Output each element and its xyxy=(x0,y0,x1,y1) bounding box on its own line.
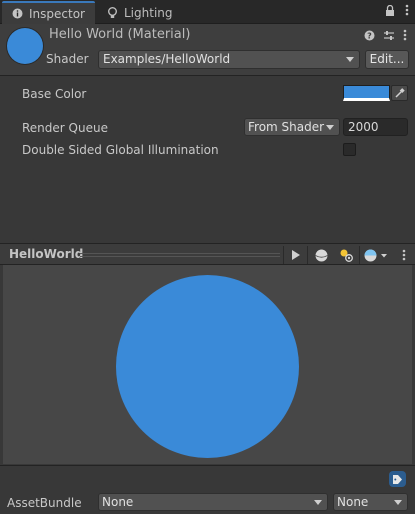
header-icons: ? xyxy=(364,29,407,44)
edit-shader-button[interactable]: Edit... xyxy=(365,50,409,69)
material-properties: Base Color Render Queue From Shader 2000… xyxy=(0,77,415,243)
sphere-mesh-icon[interactable] xyxy=(312,246,330,264)
material-title: Hello World (Material) xyxy=(49,27,191,42)
preview-toolbar: HelloWorld xyxy=(0,243,415,265)
header-more-icon[interactable] xyxy=(403,29,407,44)
chevron-down-icon xyxy=(394,500,402,505)
asset-label-icon[interactable] xyxy=(389,471,406,487)
eyedropper-icon[interactable] xyxy=(391,85,408,101)
play-icon[interactable] xyxy=(287,246,303,264)
tab-inspector[interactable]: Inspector xyxy=(2,1,95,24)
asset-bundle-name-dropdown[interactable]: None xyxy=(98,493,328,511)
shader-label: Shader xyxy=(46,52,89,66)
chevron-down-icon xyxy=(346,57,354,62)
tabbar-controls xyxy=(385,4,409,19)
tab-lighting[interactable]: Lighting xyxy=(97,2,183,24)
help-icon[interactable]: ? xyxy=(364,30,375,44)
preview-more-icon[interactable] xyxy=(399,246,409,264)
shader-dropdown[interactable]: Examples/HelloWorld xyxy=(98,50,360,69)
asset-bundle-label: AssetBundle xyxy=(7,496,82,510)
toolbar-divider xyxy=(307,246,308,264)
info-icon xyxy=(12,8,23,19)
asset-bundle-variant: None xyxy=(337,495,369,509)
shader-value: Examples/HelloWorld xyxy=(103,52,231,66)
render-queue-label: Render Queue xyxy=(22,121,108,135)
preview-title: HelloWorld xyxy=(9,247,84,261)
material-preview[interactable] xyxy=(3,265,412,464)
render-queue-input[interactable]: 2000 xyxy=(343,118,408,136)
preview-drag-handle[interactable] xyxy=(80,253,280,257)
tab-lighting-label: Lighting xyxy=(124,6,173,20)
material-header: Hello World (Material) ? Shader Examples… xyxy=(0,24,415,76)
double-sided-gi-label: Double Sided Global Illumination xyxy=(22,143,219,157)
preview-sphere xyxy=(116,275,299,458)
toolbar-divider xyxy=(283,246,284,264)
light-bulb-icon xyxy=(107,7,118,19)
tab-inspector-label: Inspector xyxy=(29,6,85,21)
chevron-down-icon xyxy=(326,125,334,130)
asset-bundle-name: None xyxy=(102,495,134,509)
base-color-field[interactable] xyxy=(343,85,390,101)
more-options-icon[interactable] xyxy=(405,4,409,19)
svg-text:?: ? xyxy=(367,31,372,40)
chevron-down-icon xyxy=(314,500,322,505)
asset-bundle-variant-dropdown[interactable]: None xyxy=(333,493,408,511)
asset-bundle-footer: AssetBundle None None xyxy=(0,465,415,514)
lock-icon[interactable] xyxy=(385,4,395,19)
background-sphere-icon[interactable] xyxy=(363,246,389,264)
toolbar-divider xyxy=(359,246,360,264)
presets-icon[interactable] xyxy=(383,30,395,44)
material-thumbnail xyxy=(7,28,43,64)
lights-icon[interactable] xyxy=(337,246,355,264)
base-color-label: Base Color xyxy=(22,87,87,101)
render-queue-dropdown[interactable]: From Shader xyxy=(244,118,340,136)
render-queue-mode: From Shader xyxy=(248,120,325,134)
double-sided-gi-checkbox[interactable] xyxy=(343,143,356,156)
window-tab-bar: Inspector Lighting xyxy=(0,0,415,24)
